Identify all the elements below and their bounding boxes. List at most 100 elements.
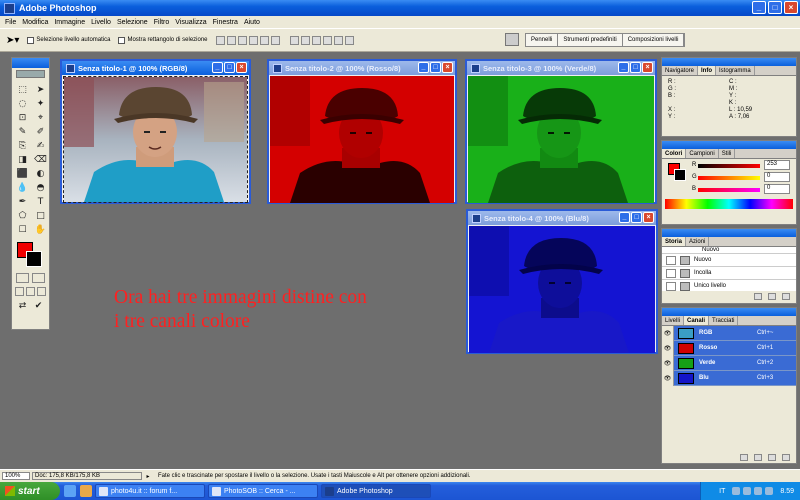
tab-livelli[interactable]: Livelli xyxy=(662,316,685,325)
magic-wand-tool-icon[interactable]: ✦ xyxy=(33,97,48,110)
path-selection-tool-icon[interactable]: 💧 xyxy=(15,181,30,194)
align-top-icon[interactable] xyxy=(215,35,225,45)
doc-maximize-button[interactable]: □ xyxy=(631,212,642,223)
tab-istogramma[interactable]: Istogramma xyxy=(716,66,755,75)
document-window-green[interactable]: Senza titolo-3 @ 100% (Verde/8) _ □ × xyxy=(465,59,657,204)
marquee-tool-icon[interactable]: ⬚ xyxy=(15,83,30,96)
type-tool-icon[interactable]: ◓ xyxy=(33,181,48,194)
clone-stamp-tool-icon[interactable]: ⎘ xyxy=(15,139,30,152)
palette-header[interactable] xyxy=(662,141,796,149)
doc-minimize-button[interactable]: _ xyxy=(418,62,429,73)
color-r-value[interactable]: 253 xyxy=(764,160,790,170)
palette-header[interactable] xyxy=(662,229,796,237)
palette-header[interactable] xyxy=(662,58,796,66)
minimize-button[interactable]: _ xyxy=(752,1,766,14)
jump-to-imageready-icon[interactable]: ⇄ xyxy=(16,300,29,311)
show-bounds-checkbox[interactable] xyxy=(118,36,126,44)
taskbar-button-photosob[interactable]: PhotoSOB :: Cerca - ... xyxy=(208,484,318,498)
gradient-tool-icon[interactable]: ⌫ xyxy=(33,153,48,166)
tab-tracciati[interactable]: Tracciati xyxy=(709,316,739,325)
color-bg-swatch[interactable] xyxy=(674,169,686,181)
document-title-bar[interactable]: Senza titolo-4 @ 100% (Blu/8) _ □ × xyxy=(468,211,656,225)
move-tool-icon[interactable]: ➤ xyxy=(33,83,48,96)
brush-tool-icon[interactable]: ✐ xyxy=(33,125,48,138)
palette-well-tool-presets-tab[interactable]: Strumenti predefiniti xyxy=(558,34,623,46)
tray-icon[interactable] xyxy=(754,487,763,495)
distribute-vcenter-icon[interactable] xyxy=(300,35,310,45)
visibility-eye-icon[interactable]: 👁 xyxy=(662,325,674,341)
load-channel-selection-icon[interactable] xyxy=(740,454,748,461)
document-canvas[interactable] xyxy=(63,76,248,203)
healing-brush-tool-icon[interactable]: ✎ xyxy=(15,125,30,138)
menu-immagine[interactable]: Immagine xyxy=(51,19,88,26)
color-spectrum-ramp[interactable] xyxy=(665,199,793,209)
document-canvas[interactable] xyxy=(468,76,654,203)
history-item[interactable]: Incolla xyxy=(662,267,796,280)
align-hcenter-icon[interactable] xyxy=(259,35,269,45)
distribute-hcenter-icon[interactable] xyxy=(333,35,343,45)
distribute-left-icon[interactable] xyxy=(322,35,332,45)
document-title-bar[interactable]: Senza titolo-2 @ 100% (Rosso/8) _ □ × xyxy=(269,61,455,75)
tab-campioni[interactable]: Campioni xyxy=(686,149,719,158)
palette-well-brushes-tab[interactable]: Pennelli xyxy=(526,34,559,46)
new-document-from-state-icon[interactable] xyxy=(754,293,762,300)
doc-close-button[interactable]: × xyxy=(643,212,654,223)
taskbar-button-photo4u[interactable]: photo4u.it :: forum f... xyxy=(95,484,205,498)
maximize-button[interactable]: □ xyxy=(768,1,782,14)
menu-livello[interactable]: Livello xyxy=(88,19,114,26)
align-left-icon[interactable] xyxy=(248,35,258,45)
document-title-bar[interactable]: Senza titolo-1 @ 100% (RGB/8) _ □ × xyxy=(62,61,249,75)
document-window-red[interactable]: Senza titolo-2 @ 100% (Rosso/8) _ □ × xyxy=(267,59,457,204)
visibility-eye-icon[interactable]: 👁 xyxy=(662,340,674,356)
color-b-slider[interactable] xyxy=(698,188,760,192)
close-button[interactable]: × xyxy=(784,1,798,14)
language-indicator[interactable]: IT xyxy=(719,488,725,495)
channel-row-blue[interactable]: 👁 Blu Ctrl+3 xyxy=(662,370,796,386)
tab-stili[interactable]: Stili xyxy=(719,149,736,158)
doc-close-button[interactable]: × xyxy=(236,62,247,73)
distribute-bottom-icon[interactable] xyxy=(311,35,321,45)
hand-tool-icon[interactable]: ☐ xyxy=(15,223,30,236)
trash-icon[interactable] xyxy=(782,454,790,461)
doc-minimize-button[interactable]: _ xyxy=(212,62,223,73)
background-color-swatch[interactable] xyxy=(26,251,42,267)
menu-visualizza[interactable]: Visualizza xyxy=(172,19,209,26)
zoom-tool-icon[interactable]: ✋ xyxy=(33,223,48,236)
crop-tool-icon[interactable]: ⊡ xyxy=(15,111,30,124)
menu-filtro[interactable]: Filtro xyxy=(151,19,173,26)
toolbox-header[interactable] xyxy=(12,58,49,68)
edit-in-imageready-icon[interactable]: ✔ xyxy=(32,300,45,311)
internet-explorer-icon[interactable] xyxy=(64,485,76,497)
doc-close-button[interactable]: × xyxy=(442,62,453,73)
eraser-tool-icon[interactable]: ◨ xyxy=(15,153,30,166)
clock[interactable]: 8.59 xyxy=(780,488,794,495)
document-size-info[interactable]: Doc: 175,8 KB/175,8 KB xyxy=(32,472,142,480)
menu-modifica[interactable]: Modifica xyxy=(19,19,51,26)
doc-minimize-button[interactable]: _ xyxy=(619,212,630,223)
menu-file[interactable]: File xyxy=(2,19,19,26)
palette-header[interactable] xyxy=(662,308,796,316)
document-canvas[interactable] xyxy=(270,76,454,203)
new-channel-icon[interactable] xyxy=(768,454,776,461)
tab-canali[interactable]: Canali xyxy=(684,316,710,325)
channel-row-green[interactable]: 👁 Verde Ctrl+2 xyxy=(662,355,796,371)
history-source-checkbox[interactable] xyxy=(666,281,676,291)
tab-info[interactable]: Info xyxy=(698,66,717,75)
quicklaunch-icon[interactable] xyxy=(80,485,92,497)
start-button[interactable]: start xyxy=(0,482,60,500)
color-g-value[interactable]: 0 xyxy=(764,172,790,182)
slice-tool-icon[interactable]: ⌖ xyxy=(33,111,48,124)
distribute-right-icon[interactable] xyxy=(344,35,354,45)
menu-finestra[interactable]: Finestra xyxy=(210,19,241,26)
color-b-value[interactable]: 0 xyxy=(764,184,790,194)
doc-maximize-button[interactable]: □ xyxy=(630,62,641,73)
menu-aiuto[interactable]: Aiuto xyxy=(241,19,263,26)
blur-tool-icon[interactable]: ⬛ xyxy=(15,167,30,180)
status-menu-arrow-icon[interactable]: ▸ xyxy=(142,473,154,480)
channel-row-red[interactable]: 👁 Rosso Ctrl+1 xyxy=(662,340,796,356)
quickmask-mode-icon[interactable] xyxy=(32,273,45,283)
document-window-blue[interactable]: Senza titolo-4 @ 100% (Blu/8) _ □ × xyxy=(466,209,658,354)
screen-mode-full-icon[interactable] xyxy=(37,287,46,296)
distribute-top-icon[interactable] xyxy=(289,35,299,45)
document-canvas[interactable] xyxy=(469,226,655,353)
